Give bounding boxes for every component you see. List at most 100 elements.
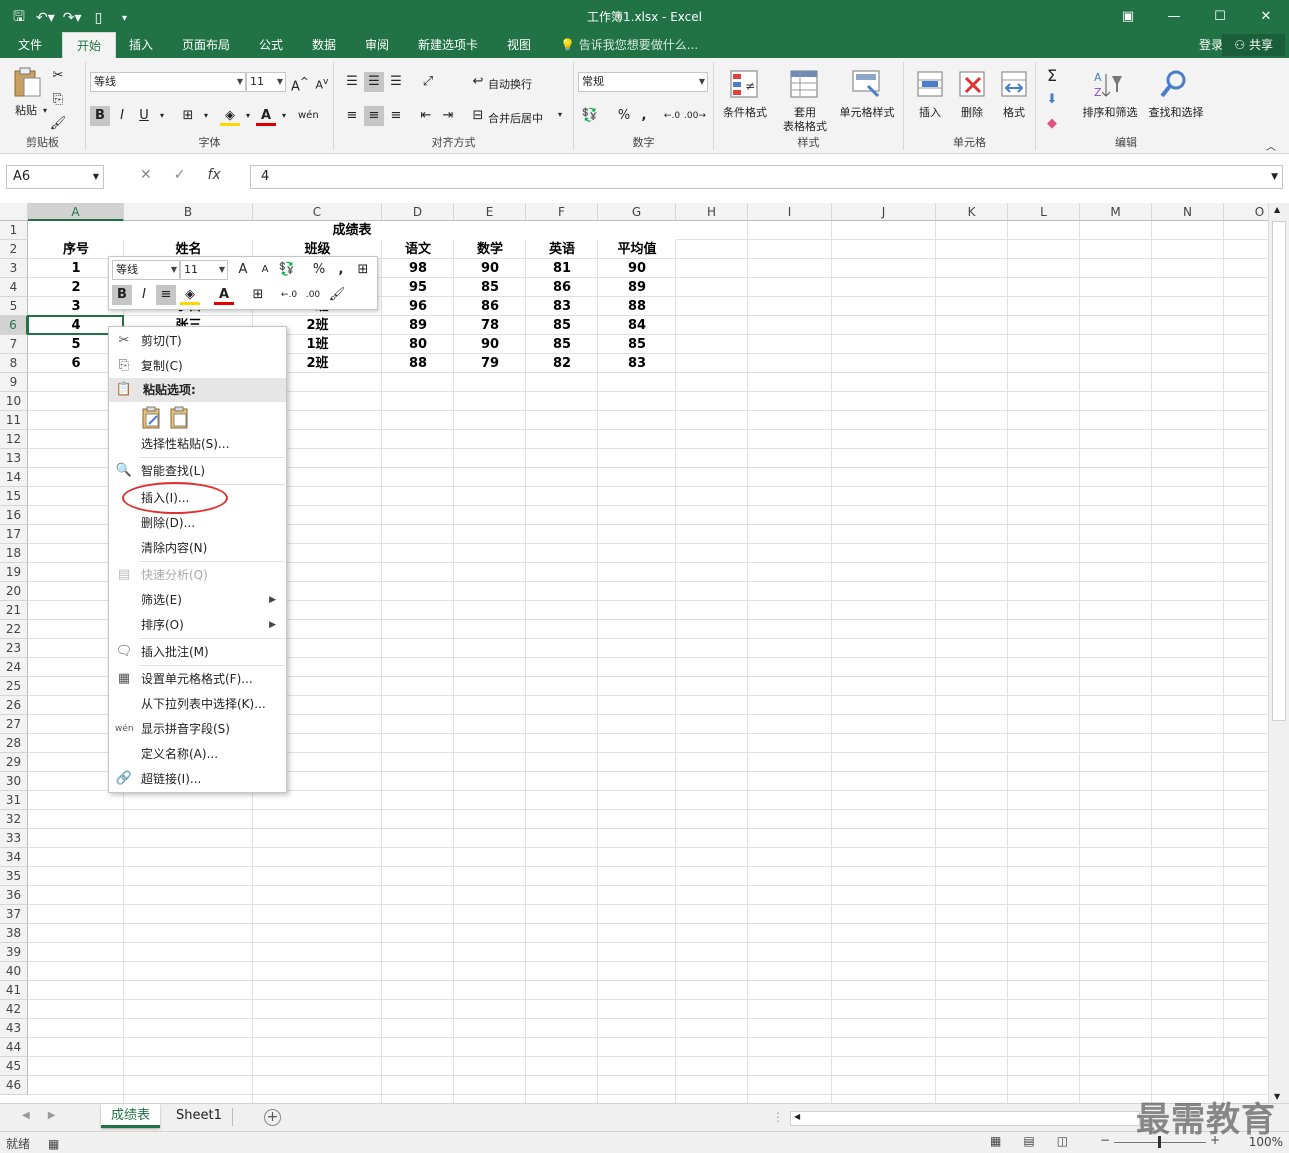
table-cell[interactable]: 85 [526,316,598,335]
row-header-9[interactable]: 9 [0,373,28,392]
formula-input[interactable]: 4 ▼ [250,165,1283,189]
cancel-icon[interactable]: ✕ [140,167,152,183]
row-header-22[interactable]: 22 [0,620,28,639]
wrap-text-icon[interactable]: ↩ [468,72,488,92]
merge-center-button[interactable]: 合并后居中 [488,110,543,126]
row-header-19[interactable]: 19 [0,563,28,582]
menu-item-clear[interactable]: 清除内容(N) [109,536,286,560]
table-cell[interactable]: 80 [382,335,454,354]
row-header-45[interactable]: 45 [0,1057,28,1076]
close-icon[interactable]: ✕ [1243,0,1289,32]
shrink-font-icon[interactable]: A [255,260,275,280]
row-header-7[interactable]: 7 [0,335,28,354]
row-header-6[interactable]: 6 [0,316,28,335]
format-painter-icon[interactable]: 🖌 [327,285,347,305]
mini-size-box[interactable]: 11 ▼ [180,260,228,280]
horizontal-scrollbar[interactable]: ◀ [790,1111,1140,1126]
table-cell[interactable]: 90 [454,259,526,278]
page-break-view-icon[interactable]: ◫ [1057,1134,1068,1148]
format-table-icon[interactable] [788,68,820,100]
decrease-decimal-icon[interactable]: .00→ [684,106,706,126]
fill-dropdown-icon[interactable]: ▾ [238,106,258,126]
row-header-2[interactable]: 2 [0,240,28,259]
sort-filter-icon[interactable]: AZ [1092,68,1124,100]
bold-button[interactable]: B [90,106,110,126]
table-cell[interactable]: 83 [526,297,598,316]
decrease-indent-icon[interactable]: ⇤ [416,106,436,126]
phonetic-icon[interactable]: wén [298,106,319,126]
tab-view[interactable]: 视图 [497,32,541,58]
enter-icon[interactable]: ✓ [174,167,186,183]
menu-item-sort[interactable]: 排序(O) ▶ [109,613,286,637]
row-header-43[interactable]: 43 [0,1019,28,1038]
menu-item-insert-comment[interactable]: 🗨 插入批注(M) [109,640,286,664]
row-header-39[interactable]: 39 [0,943,28,962]
tab-home[interactable]: 开始 [62,32,116,58]
cell-styles-icon[interactable] [850,68,882,100]
wrap-text-button[interactable]: 自动换行 [488,76,532,92]
row-header-8[interactable]: 8 [0,354,28,373]
row-header-41[interactable]: 41 [0,981,28,1000]
table-cell[interactable]: 85 [454,278,526,297]
copy-icon[interactable]: ⎘ [48,90,68,110]
row-header-32[interactable]: 32 [0,810,28,829]
grow-font-icon[interactable]: A [233,260,253,280]
table-cell[interactable]: 89 [598,278,676,297]
percent-button[interactable]: % [614,106,634,126]
row-header-36[interactable]: 36 [0,886,28,905]
row-header-30[interactable]: 30 [0,772,28,791]
orientation-icon[interactable]: ⤢ [418,72,438,92]
table-cell[interactable]: 85 [598,335,676,354]
tab-review[interactable]: 审阅 [355,32,399,58]
menu-item-smart-lookup[interactable]: 🔍 智能查找(L) [109,459,286,483]
increase-decimal-icon[interactable]: ←.0 [662,106,682,126]
row-header-14[interactable]: 14 [0,468,28,487]
column-header-h[interactable]: H [676,203,748,221]
decrease-decimal-icon[interactable]: .00 [303,285,323,305]
minimize-icon[interactable]: — [1151,0,1197,32]
row-header-3[interactable]: 3 [0,259,28,278]
font-color-icon[interactable]: A [214,285,234,305]
shrink-font-icon[interactable]: Av [312,72,332,92]
collapse-ribbon-icon[interactable]: ︿ [1266,138,1276,153]
table-cell[interactable]: 89 [382,316,454,335]
column-header-f[interactable]: F [526,203,598,221]
menu-item-filter[interactable]: 筛选(E) ▶ [109,588,286,612]
table-cell[interactable]: 84 [598,316,676,335]
currency-icon[interactable]: 💱 [277,260,297,280]
insert-cells-button[interactable]: 插入 [910,104,950,120]
format-table-label-2[interactable]: 表格格式 [770,118,840,134]
fill-color-icon[interactable]: ◈ [180,285,200,305]
align-right-icon[interactable]: ≡ [386,106,406,126]
align-left-icon[interactable]: ≡ [342,106,362,126]
row-header-28[interactable]: 28 [0,734,28,753]
table-cell[interactable]: 98 [382,259,454,278]
comma-button[interactable]: , [634,106,654,126]
tab-page-layout[interactable]: 页面布局 [172,32,240,58]
tab-insert[interactable]: 插入 [119,32,163,58]
align-bottom-icon[interactable]: ☰ [386,72,406,92]
restore-icon[interactable]: ☐ [1197,0,1243,32]
align-center-icon[interactable]: ≡ [156,285,176,305]
column-header-k[interactable]: K [936,203,1008,221]
row-header-33[interactable]: 33 [0,829,28,848]
paste-default-icon[interactable] [169,406,191,430]
find-select-button[interactable]: 查找和选择 [1142,104,1210,120]
mini-percent-button[interactable]: % [309,260,329,280]
menu-item-phonetic[interactable]: wén 显示拼音字段(S) [109,717,286,741]
row-header-29[interactable]: 29 [0,753,28,772]
format-table-icon[interactable]: ⊞ [353,260,373,280]
cell-styles-button[interactable]: 单元格样式 [832,104,902,120]
border-icon[interactable]: ⊞ [248,285,268,305]
column-header-b[interactable]: B [124,203,253,221]
column-header-n[interactable]: N [1152,203,1224,221]
border-dropdown-icon[interactable]: ▾ [196,106,216,126]
border-icon[interactable]: ⊞ [178,106,198,126]
add-sheet-button[interactable]: + [264,1109,281,1126]
table-cell[interactable]: 88 [382,354,454,373]
row-header-24[interactable]: 24 [0,658,28,677]
table-cell[interactable]: 86 [526,278,598,297]
format-cells-icon[interactable] [998,68,1030,100]
table-cell[interactable]: 86 [454,297,526,316]
delete-cells-button[interactable]: 删除 [952,104,992,120]
